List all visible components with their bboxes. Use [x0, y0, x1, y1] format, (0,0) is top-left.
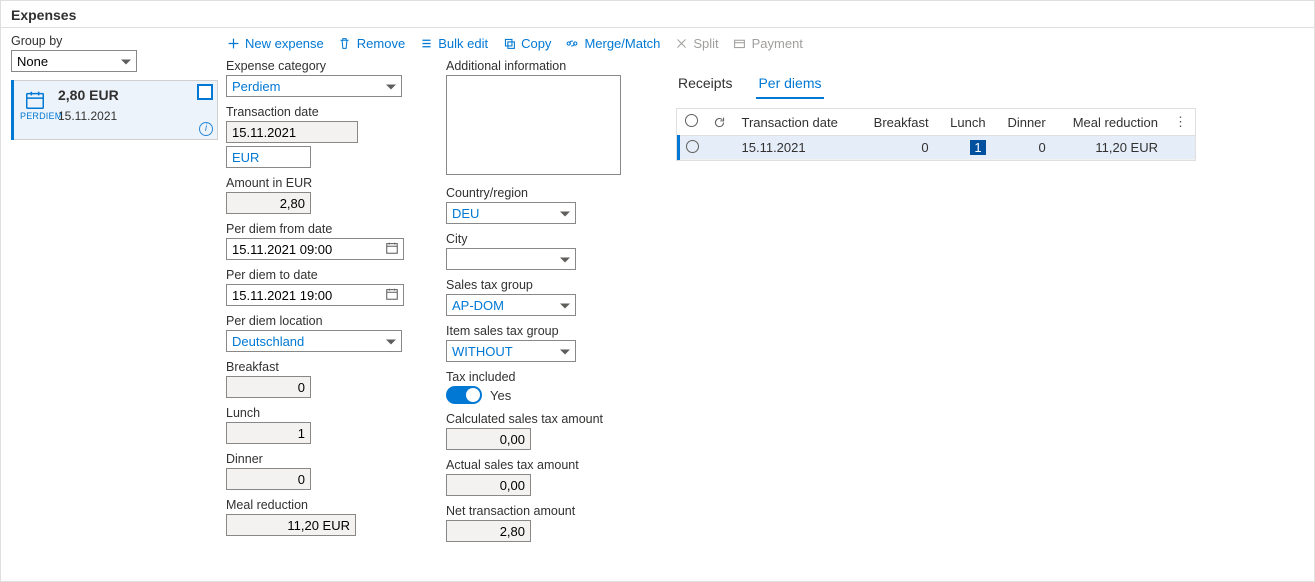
dinner-label: Dinner [226, 452, 416, 466]
row-select-radio[interactable] [686, 140, 699, 153]
more-columns-button[interactable]: ⋮ [1166, 109, 1195, 136]
from-date-label: Per diem from date [226, 222, 416, 236]
tax-included-text: Yes [490, 388, 511, 403]
lunch-label: Lunch [226, 406, 416, 420]
actual-tax-input[interactable] [446, 474, 531, 496]
to-date-input[interactable] [226, 284, 404, 306]
expense-category-select[interactable]: Perdiem [226, 75, 402, 97]
copy-button[interactable]: Copy [502, 36, 551, 51]
card-checkbox[interactable] [197, 84, 213, 100]
payment-button: Payment [733, 36, 803, 51]
sales-tax-group-select[interactable]: AP-DOM [446, 294, 576, 316]
list-icon [419, 37, 433, 51]
location-select[interactable]: Deutschland [226, 330, 402, 352]
copy-icon [502, 37, 516, 51]
breakfast-label: Breakfast [226, 360, 416, 374]
calendar-icon [24, 89, 46, 111]
currency-input[interactable] [226, 146, 311, 168]
card-date: 15.11.2021 [58, 109, 209, 123]
card-amount: 2,80 EUR [58, 87, 209, 103]
card-icon-label: PERDIEM [20, 111, 50, 121]
city-label: City [446, 232, 636, 246]
item-sales-tax-group-label: Item sales tax group [446, 324, 636, 338]
meal-reduction-label: Meal reduction [226, 498, 416, 512]
cell-breakfast[interactable]: 0 [858, 136, 937, 160]
transaction-date-label: Transaction date [226, 105, 416, 119]
cell-date: 15.11.2021 [734, 136, 859, 160]
calc-tax-input[interactable] [446, 428, 531, 450]
sales-tax-group-label: Sales tax group [446, 278, 636, 292]
merge-match-button[interactable]: Merge/Match [565, 36, 660, 51]
per-diems-grid: Transaction date Breakfast Lunch Dinner … [676, 108, 1196, 161]
tax-included-toggle[interactable] [446, 386, 482, 404]
actual-tax-label: Actual sales tax amount [446, 458, 636, 472]
tab-per-diems[interactable]: Per diems [756, 71, 823, 99]
group-by-label: Group by [11, 34, 218, 48]
split-button: Split [674, 36, 718, 51]
additional-info-label: Additional information [446, 59, 636, 73]
select-all-radio[interactable] [685, 114, 698, 127]
country-label: Country/region [446, 186, 636, 200]
col-transaction-date[interactable]: Transaction date [734, 109, 859, 136]
col-meal-reduction[interactable]: Meal reduction [1054, 109, 1166, 136]
new-expense-button[interactable]: New expense [226, 36, 324, 51]
net-amount-label: Net transaction amount [446, 504, 636, 518]
col-lunch[interactable]: Lunch [937, 109, 994, 136]
lunch-input[interactable] [226, 422, 311, 444]
col-breakfast[interactable]: Breakfast [858, 109, 937, 136]
cell-lunch[interactable]: 1 [937, 136, 994, 160]
item-sales-tax-group-select[interactable]: WITHOUT [446, 340, 576, 362]
expense-card[interactable]: PERDIEM 2,80 EUR 15.11.2021 i [11, 80, 218, 140]
tab-receipts[interactable]: Receipts [676, 71, 734, 99]
amount-label: Amount in EUR [226, 176, 416, 190]
additional-info-input[interactable] [446, 75, 621, 175]
tax-included-label: Tax included [446, 370, 636, 384]
info-icon[interactable]: i [199, 122, 213, 136]
net-amount-input[interactable] [446, 520, 531, 542]
cell-dinner[interactable]: 0 [994, 136, 1054, 160]
link-icon [565, 37, 579, 51]
dinner-input[interactable] [226, 468, 311, 490]
to-date-label: Per diem to date [226, 268, 416, 282]
transaction-date-input[interactable] [226, 121, 358, 143]
meal-reduction-input[interactable] [226, 514, 356, 536]
trash-icon [338, 37, 352, 51]
payment-icon [733, 37, 747, 51]
refresh-button[interactable] [705, 109, 734, 136]
remove-button[interactable]: Remove [338, 36, 405, 51]
calc-tax-label: Calculated sales tax amount [446, 412, 636, 426]
from-date-input[interactable] [226, 238, 404, 260]
cell-meal-reduction: 11,20 EUR [1054, 136, 1166, 160]
country-select[interactable]: DEU [446, 202, 576, 224]
breakfast-input[interactable] [226, 376, 311, 398]
table-row[interactable]: 15.11.2021 0 1 0 11,20 EUR [679, 136, 1196, 160]
page-title: Expenses [1, 1, 1314, 28]
city-select[interactable] [446, 248, 576, 270]
expense-category-label: Expense category [226, 59, 416, 73]
location-label: Per diem location [226, 314, 416, 328]
amount-input[interactable] [226, 192, 311, 214]
group-by-select[interactable]: None [11, 50, 137, 72]
plus-icon [226, 37, 240, 51]
bulk-edit-button[interactable]: Bulk edit [419, 36, 488, 51]
col-dinner[interactable]: Dinner [994, 109, 1054, 136]
split-icon [674, 37, 688, 51]
